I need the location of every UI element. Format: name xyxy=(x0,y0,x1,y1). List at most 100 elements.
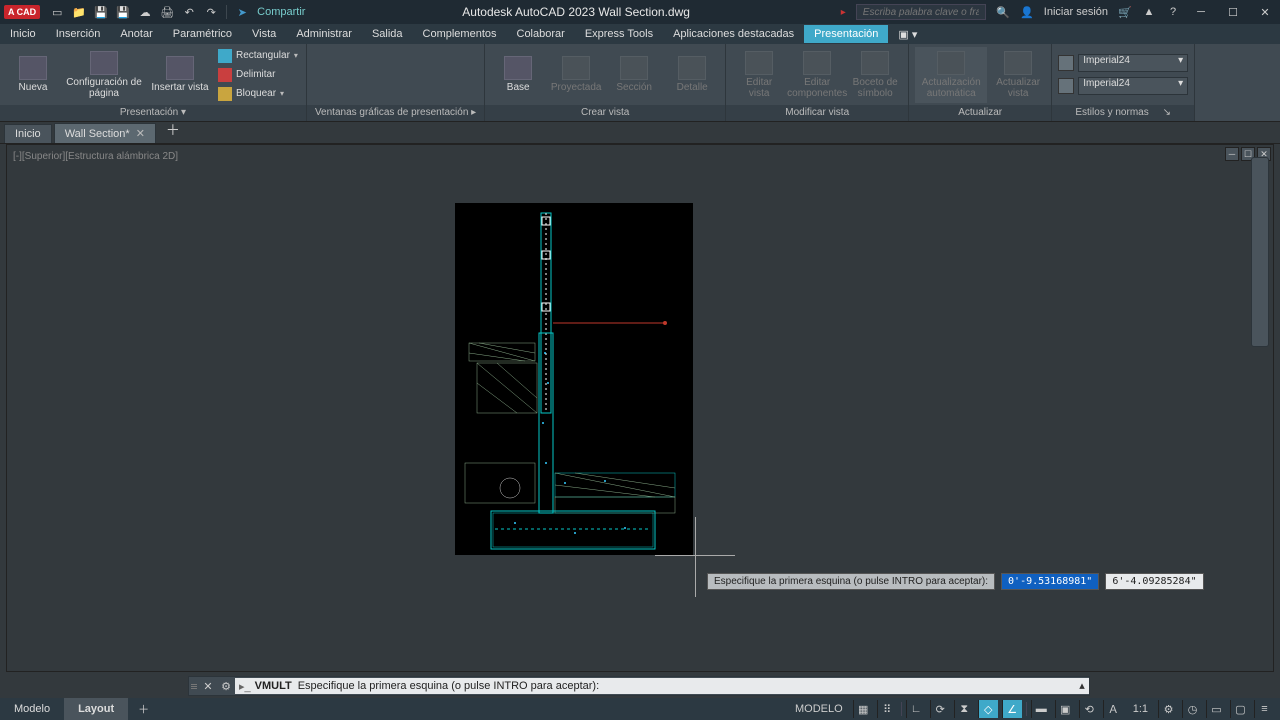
maximize-button[interactable]: ☐ xyxy=(1222,3,1244,21)
save-icon[interactable]: 💾 xyxy=(94,5,108,19)
autodesk-icon[interactable]: ▲ xyxy=(1142,5,1156,19)
polar-toggle[interactable]: ⟳ xyxy=(930,700,950,718)
web-icon[interactable]: ☁ xyxy=(138,5,152,19)
dynamic-input: Especifique la primera esquina (o pulse … xyxy=(707,573,1204,590)
section-button: Sección xyxy=(607,47,661,103)
search-input[interactable] xyxy=(856,4,986,20)
model-tab[interactable]: Modelo xyxy=(0,698,64,720)
tab-complementos[interactable]: Complementos xyxy=(413,25,507,43)
edit-components-button: Editar componentes xyxy=(790,47,844,103)
dyn-y-field[interactable]: 6'-4.09285284" xyxy=(1105,573,1203,590)
quick-access-toolbar: ▭ 📁 💾 💾 ☁ 🖨 ↶ ↷ ➤ Compartir xyxy=(44,5,311,19)
update-view-button: Actualizar vista xyxy=(991,47,1045,103)
tab-expresstools[interactable]: Express Tools xyxy=(575,25,663,43)
search-icon[interactable]: 🔍 xyxy=(996,5,1010,19)
cmd-text: Especifique la primera esquina (o pulse … xyxy=(298,680,599,692)
add-tab-button[interactable]: ＋ xyxy=(158,117,188,143)
page-setup-button[interactable]: Configuración de página xyxy=(64,47,144,103)
ribbon-tabs: Inicio Inserción Anotar Paramétrico Vist… xyxy=(0,24,1280,44)
panel-viewports-title: Ventanas gráficas de presentación ▸ xyxy=(307,105,484,121)
redo-icon[interactable]: ↷ xyxy=(204,5,218,19)
base-button[interactable]: Base xyxy=(491,47,545,103)
share-icon[interactable]: ➤ xyxy=(235,5,249,19)
panel-create-title: Crear vista xyxy=(485,105,725,121)
search-marker-icon: ▸ xyxy=(841,7,846,18)
dyn-x-field[interactable]: 0'-9.53168981" xyxy=(1001,573,1099,590)
share-label[interactable]: Compartir xyxy=(257,6,305,18)
workspace-button[interactable]: ◷ xyxy=(1182,700,1202,718)
customization-button[interactable]: ≡ xyxy=(1254,700,1274,718)
style2-swatch-icon xyxy=(1058,78,1074,94)
style1-dropdown[interactable]: Imperial24 ▾ xyxy=(1078,54,1188,72)
signin-label[interactable]: Iniciar sesión xyxy=(1044,6,1108,18)
help-icon[interactable]: ? xyxy=(1166,5,1180,19)
panel-layout-title: Presentación ▾ xyxy=(0,105,306,121)
filetab-inicio[interactable]: Inicio xyxy=(4,124,52,143)
open-icon[interactable]: 📁 xyxy=(72,5,86,19)
tab-colaborar[interactable]: Colaborar xyxy=(507,25,575,43)
transparency-toggle[interactable]: ▣ xyxy=(1055,700,1075,718)
window-title: Autodesk AutoCAD 2023 Wall Section.dwg xyxy=(311,5,840,19)
filetab-wallsection[interactable]: Wall Section*✕ xyxy=(54,123,156,143)
close-tab-icon[interactable]: ✕ xyxy=(136,127,145,140)
minimize-button[interactable]: ─ xyxy=(1190,3,1212,21)
close-button[interactable]: ✕ xyxy=(1254,3,1276,21)
tab-insercion[interactable]: Inserción xyxy=(46,25,111,43)
tab-inicio[interactable]: Inicio xyxy=(0,25,46,43)
layout-tab[interactable]: Layout xyxy=(64,698,128,720)
space-indicator[interactable]: MODELO xyxy=(789,703,849,715)
drawing-area[interactable]: ─ ☐ ✕ [-][Superior][Estructura alámbrica… xyxy=(6,144,1274,672)
tab-anotar[interactable]: Anotar xyxy=(110,25,162,43)
tab-extra-icon[interactable]: ▣ ▾ xyxy=(888,25,927,44)
cycling-toggle[interactable]: ⟲ xyxy=(1079,700,1099,718)
cmd-config-button[interactable]: ⚙ xyxy=(217,680,235,693)
lock-button[interactable]: Bloquear▾ xyxy=(216,85,300,103)
dyn-prompt-text: Especifique la primera esquina (o pulse … xyxy=(707,573,995,590)
saveas-icon[interactable]: 💾 xyxy=(116,5,130,19)
projected-button: Proyectada xyxy=(549,47,603,103)
osnap-toggle[interactable]: ◇ xyxy=(978,700,998,718)
tab-vista[interactable]: Vista xyxy=(242,25,286,43)
isodraft-toggle[interactable]: ⧗ xyxy=(954,700,974,718)
tab-administrar[interactable]: Administrar xyxy=(286,25,362,43)
tab-parametrico[interactable]: Paramétrico xyxy=(163,25,242,43)
app-logo[interactable]: A CAD xyxy=(4,5,40,19)
clip-button[interactable]: Delimitar xyxy=(216,66,300,84)
cmd-grip-icon[interactable] xyxy=(189,682,199,691)
cmd-close-button[interactable]: ✕ xyxy=(199,680,217,693)
drawing-content xyxy=(455,203,693,555)
command-line[interactable]: ✕ ⚙ ▸_ VMULT Especifique la primera esqu… xyxy=(188,676,1090,696)
cleanscreen-button[interactable]: ▢ xyxy=(1230,700,1250,718)
auto-update-button: Actualización automática xyxy=(915,47,987,103)
panel-update-title: Actualizar xyxy=(909,105,1051,121)
otrack-toggle[interactable]: ∠ xyxy=(1002,700,1022,718)
style2-dropdown[interactable]: Imperial24 ▾ xyxy=(1078,77,1188,95)
status-bar: Modelo Layout ＋ MODELO ▦ ⠿ ∟ ⟳ ⧗ ◇ ∠ ▬ ▣… xyxy=(0,698,1280,720)
monitor-button[interactable]: ▭ xyxy=(1206,700,1226,718)
new-layout-button[interactable]: Nueva xyxy=(6,47,60,103)
plot-icon[interactable]: 🖨 xyxy=(160,5,174,19)
insert-view-button[interactable]: Insertar vista xyxy=(148,47,212,103)
undo-icon[interactable]: ↶ xyxy=(182,5,196,19)
ortho-toggle[interactable]: ∟ xyxy=(906,700,926,718)
symbol-sketch-button: Boceto de símbolo xyxy=(848,47,902,103)
snap-toggle[interactable]: ⠿ xyxy=(877,700,897,718)
file-tabs: Inicio Wall Section*✕ ＋ xyxy=(0,122,1280,144)
user-icon[interactable]: 👤 xyxy=(1020,5,1034,19)
lineweight-toggle[interactable]: ▬ xyxy=(1031,700,1051,718)
scale-indicator[interactable]: 1:1 xyxy=(1127,703,1154,715)
tab-salida[interactable]: Salida xyxy=(362,25,413,43)
gear-icon[interactable]: ⚙ xyxy=(1158,700,1178,718)
tab-aplicaciones[interactable]: Aplicaciones destacadas xyxy=(663,25,804,43)
cmd-prompt-icon: ▸_ xyxy=(239,680,251,693)
style1-swatch-icon xyxy=(1058,55,1074,71)
cmd-history-button[interactable]: ▴ xyxy=(1075,678,1089,694)
add-layout-button[interactable]: ＋ xyxy=(128,698,159,720)
rectangular-button[interactable]: Rectangular▾ xyxy=(216,47,300,65)
annoscale-toggle[interactable]: Ａ xyxy=(1103,700,1123,718)
tab-presentacion[interactable]: Presentación xyxy=(804,25,888,43)
cmd-name: VMULT xyxy=(255,680,292,692)
app-store-icon[interactable]: 🛒 xyxy=(1118,5,1132,19)
new-icon[interactable]: ▭ xyxy=(50,5,64,19)
grid-toggle[interactable]: ▦ xyxy=(853,700,873,718)
